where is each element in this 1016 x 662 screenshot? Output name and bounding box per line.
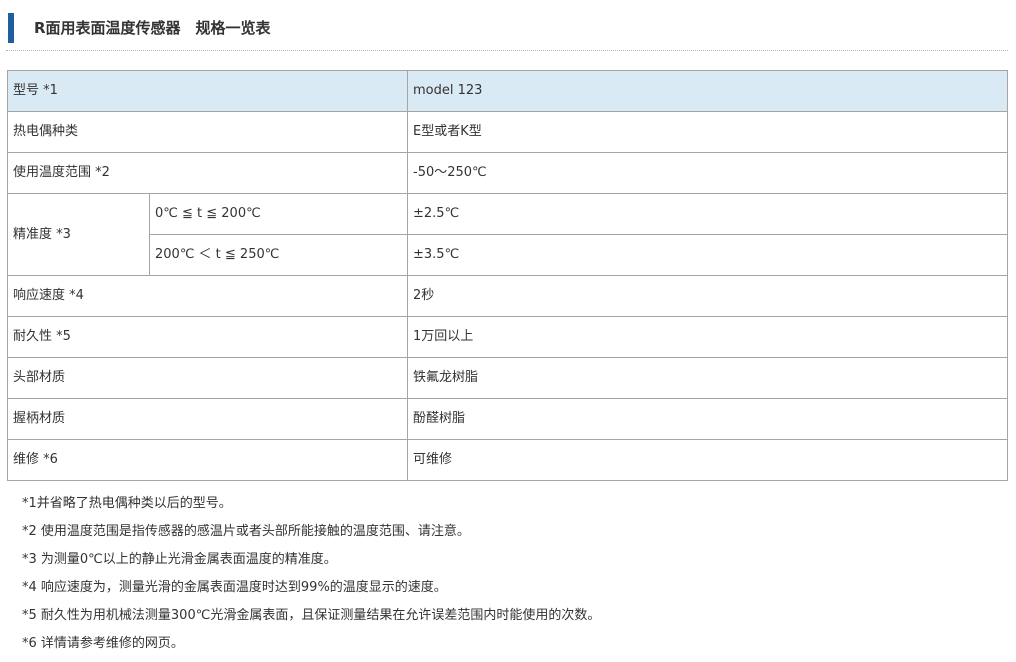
row-label: 握柄材质 [7, 398, 408, 440]
row-value: 铁氟龙树脂 [407, 357, 1008, 399]
table-row-thermocouple: 热电偶种类 E型或者K型 [7, 111, 1008, 153]
row-value: 可维修 [407, 439, 1008, 481]
footnote: *4 响应速度为，测量光滑的金属表面温度时达到99%的温度显示的速度。 [22, 580, 447, 595]
row-label: 热电偶种类 [7, 111, 408, 153]
accuracy-condition: 200℃ ＜ t ≦ 250℃ [149, 234, 408, 276]
row-value: 2秒 [407, 275, 1008, 317]
table-row-accuracy-2: 200℃ ＜ t ≦ 250℃ ±3.5℃ [8, 234, 1008, 276]
page-header: R面用表面温度传感器 规格一览表 [0, 0, 1016, 55]
row-label: 精准度 *3 [7, 193, 150, 276]
spec-table: 型号 *1 model 123 热电偶种类 E型或者K型 使用温度范围 *2 -… [7, 70, 1008, 481]
row-value: 酚醛树脂 [407, 398, 1008, 440]
table-row-model: 型号 *1 model 123 [7, 70, 1008, 112]
row-label: 响应速度 *4 [7, 275, 408, 317]
table-row-head-material: 头部材质 铁氟龙树脂 [7, 357, 1008, 399]
footnotes: *1并省略了热电偶种类以后的型号。 *2 使用温度范围是指传感器的感温片或者头部… [22, 493, 1002, 661]
row-value: ±2.5℃ [407, 193, 1008, 235]
row-value: ±3.5℃ [407, 234, 1008, 276]
row-value: E型或者K型 [407, 111, 1008, 153]
footnote: *1并省略了热电偶种类以后的型号。 [22, 496, 232, 511]
table-row-repair: 维修 *6 可维修 [7, 439, 1008, 481]
row-label: 头部材质 [7, 357, 408, 399]
footnote: *5 耐久性为用机械法测量300℃光滑金属表面，且保证测量结果在允许误差范围内时… [22, 608, 601, 623]
table-row-response: 响应速度 *4 2秒 [7, 275, 1008, 317]
table-row-temp-range: 使用温度范围 *2 -50～250℃ [7, 152, 1008, 194]
row-value: -50～250℃ [407, 152, 1008, 194]
title-accent-bar [8, 13, 14, 43]
row-label: 耐久性 *5 [7, 316, 408, 358]
table-row-accuracy-1: 精准度 *3 0℃ ≦ t ≦ 200℃ ±2.5℃ [7, 193, 1008, 276]
accuracy-condition: 0℃ ≦ t ≦ 200℃ [149, 193, 408, 235]
footnote: *3 为测量0℃以上的静止光滑金属表面温度的精准度。 [22, 552, 337, 567]
page-title: R面用表面温度传感器 规格一览表 [34, 19, 271, 37]
row-label: 维修 *6 [7, 439, 408, 481]
table-row-durability: 耐久性 *5 1万回以上 [7, 316, 1008, 358]
footnote: *2 使用温度范围是指传感器的感温片或者头部所能接触的温度范围、请注意。 [22, 524, 470, 539]
footnote: *6 详情请参考维修的网页。 [22, 636, 184, 651]
row-value: model 123 [407, 70, 1008, 112]
row-value: 1万回以上 [407, 316, 1008, 358]
table-row-grip-material: 握柄材质 酚醛树脂 [7, 398, 1008, 440]
row-label: 使用温度范围 *2 [7, 152, 408, 194]
dotted-divider [6, 50, 1008, 51]
row-label: 型号 *1 [7, 70, 408, 112]
